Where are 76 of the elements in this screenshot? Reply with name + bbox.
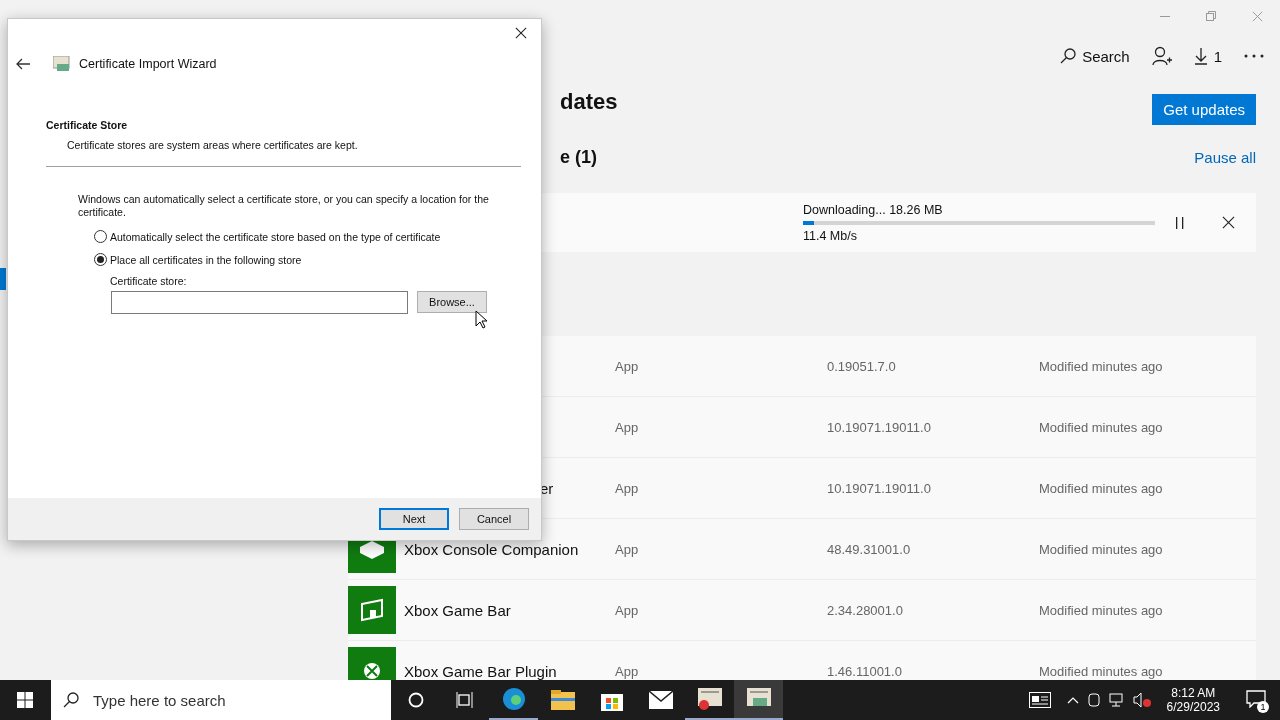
folder-icon[interactable] xyxy=(550,690,575,710)
certificate-store-field[interactable] xyxy=(111,291,408,314)
app-type: App xyxy=(615,602,640,618)
modified-time: Modified minutes ago xyxy=(1039,419,1164,435)
app-type: App xyxy=(615,419,640,435)
app-version: 1.46.11001.0 xyxy=(827,663,903,679)
app-row[interactable]: Xbox Game Bar App 2.34.28001.0 Modified minutes ago xyxy=(348,580,1256,641)
downloads-button[interactable]: 1 xyxy=(1193,47,1222,65)
more-icon[interactable] xyxy=(1244,54,1264,58)
modified-time: Modified minutes ago xyxy=(1039,663,1164,679)
taskbar-search-field[interactable]: Type here to search xyxy=(51,680,391,720)
clock-time[interactable]: 8:12 AM xyxy=(1171,686,1216,700)
section-title: e (1) xyxy=(560,146,597,168)
close-icon[interactable] xyxy=(515,27,527,39)
nav-indicator xyxy=(0,268,6,290)
app-name: Xbox Console Companion xyxy=(404,541,580,557)
search-icon xyxy=(1060,48,1077,64)
certificate-icon[interactable] xyxy=(697,688,722,710)
windows-icon[interactable] xyxy=(16,692,33,708)
modified-time: Modified minutes ago xyxy=(1039,358,1164,374)
radio-button[interactable] xyxy=(94,253,107,266)
radio-option[interactable]: Place all certificates in the following store xyxy=(94,253,521,266)
app-version: 48.49.31001.0 xyxy=(827,541,912,557)
search-icon xyxy=(63,692,79,708)
radio-button[interactable] xyxy=(94,230,107,243)
dialog-button[interactable]: Cancel xyxy=(459,508,529,530)
game-bar-icon xyxy=(348,586,396,634)
app-type: App xyxy=(615,480,640,496)
circle-icon[interactable] xyxy=(407,692,424,708)
pause-all-link[interactable]: Pause all xyxy=(1194,148,1256,166)
back-arrow-icon[interactable] xyxy=(16,58,30,70)
app-type: App xyxy=(615,541,640,557)
muted-speaker-icon[interactable] xyxy=(1132,692,1151,708)
modified-time: Modified minutes ago xyxy=(1039,602,1164,618)
minimize-icon[interactable] xyxy=(1160,15,1170,17)
wizard-title: Certificate Import Wizard xyxy=(79,57,217,71)
download-status: Downloading... 18.26 MB xyxy=(803,202,944,217)
device-icon[interactable] xyxy=(1086,692,1101,708)
modified-time: Modified minutes ago xyxy=(1039,480,1164,496)
app-type: App xyxy=(615,663,640,679)
download-icon xyxy=(1193,47,1208,65)
restore-icon[interactable] xyxy=(1206,11,1216,21)
step-heading: Certificate Store xyxy=(46,119,129,131)
get-updates-button[interactable]: Get updates xyxy=(1152,93,1256,125)
app-name: Xbox Game Bar xyxy=(404,602,512,618)
clock-date[interactable]: 6/29/2023 xyxy=(1166,700,1220,714)
pause-icon[interactable] xyxy=(1176,216,1184,229)
app-type: App xyxy=(615,358,640,374)
browse-button[interactable]: Browse... xyxy=(417,291,487,313)
download-speed: 11.4 Mb/s xyxy=(803,228,858,243)
app-name: Xbox Game Bar Plugin xyxy=(404,663,558,679)
add-person-icon[interactable] xyxy=(1151,46,1172,66)
app-row[interactable]: Xbox Game Bar Plugin App 1.46.11001.0 Modified minutes ago xyxy=(348,641,1256,680)
task-view-icon[interactable] xyxy=(455,692,474,708)
notification-icon[interactable] xyxy=(1246,690,1266,708)
network-icon[interactable] xyxy=(1108,692,1125,708)
app-version: 10.19071.19011.0 xyxy=(827,419,932,435)
modified-time: Modified minutes ago xyxy=(1039,541,1164,557)
instructions-text: Windows can automatically select a certificate store, or you can specify a location for the certificate. xyxy=(78,193,490,219)
certificate-icon xyxy=(53,56,71,72)
app-version: 0.19051.7.0 xyxy=(827,358,897,374)
chevron-up-icon[interactable] xyxy=(1066,696,1079,704)
page-title: dates xyxy=(560,89,618,115)
app-version: 2.34.28001.0 xyxy=(827,602,904,618)
cancel-download-icon[interactable] xyxy=(1221,216,1235,229)
search-button[interactable]: Search xyxy=(1060,47,1130,65)
app-version: 10.19071.19011.0 xyxy=(827,480,932,496)
step-description: Certificate stores are system areas where certificates are kept. xyxy=(67,139,359,151)
field-label: Certificate store: xyxy=(110,275,188,287)
mouse-cursor xyxy=(475,310,487,329)
radio-option[interactable]: Automatically select the certificate store based on the type of certificate xyxy=(94,230,521,243)
dialog-button[interactable]: Next xyxy=(379,508,449,530)
news-icon[interactable] xyxy=(1028,692,1051,708)
browser-icon[interactable] xyxy=(501,687,526,711)
mail-icon[interactable] xyxy=(648,691,673,709)
notification-count: 1 xyxy=(1257,701,1269,713)
